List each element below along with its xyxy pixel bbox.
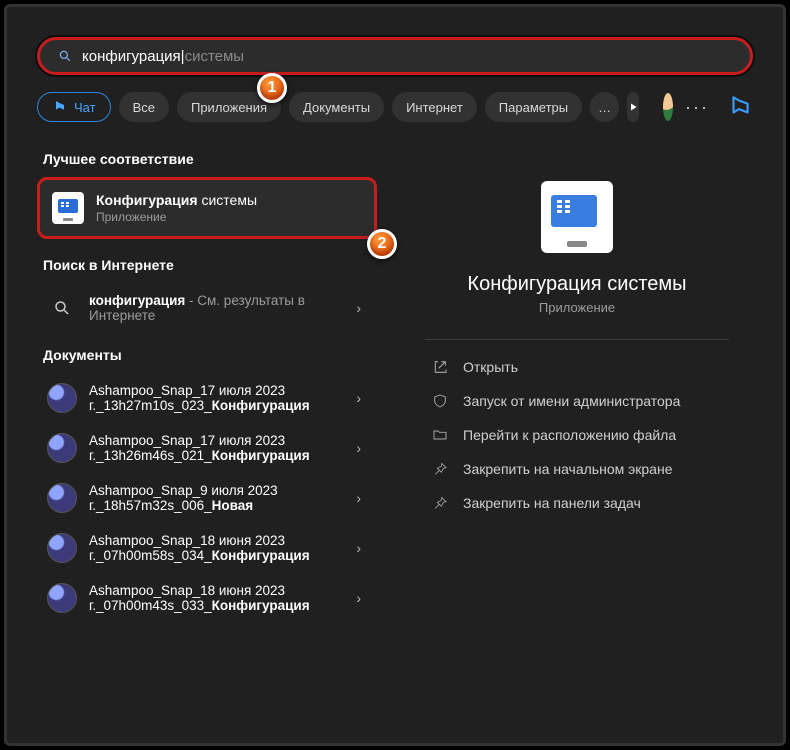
search-input[interactable]: конфигурация|системы [37, 37, 753, 75]
document-thumbnail-icon [47, 483, 77, 513]
action-label: Запуск от имени администратора [463, 393, 680, 409]
section-web: Поиск в Интернете [43, 257, 377, 273]
user-avatar[interactable] [663, 93, 673, 121]
document-result[interactable]: Ashampoo_Snap_9 июля 2023 г._18h57m32s_0… [37, 473, 377, 523]
document-thumbnail-icon [47, 533, 77, 563]
best-match-subtitle: Приложение [96, 210, 362, 224]
filter-settings[interactable]: Параметры [485, 92, 582, 122]
action-label: Закрепить на начальном экране [463, 461, 673, 477]
document-title: Ashampoo_Snap_9 июля 2023 г._18h57m32s_0… [89, 483, 338, 513]
filter-chat[interactable]: Чат [37, 92, 111, 122]
document-thumbnail-icon [47, 383, 77, 413]
folder-icon [431, 426, 449, 444]
document-result[interactable]: Ashampoo_Snap_17 июля 2023 г._13h26m46s_… [37, 423, 377, 473]
document-title: Ashampoo_Snap_17 июля 2023 г._13h26m46s_… [89, 433, 338, 463]
bing-logo-icon[interactable] [727, 91, 753, 123]
shield-admin-icon [431, 392, 449, 410]
action-open-location[interactable]: Перейти к расположению файла [425, 418, 729, 452]
action-label: Перейти к расположению файла [463, 427, 676, 443]
filter-all[interactable]: Все [119, 92, 169, 122]
filter-row: Чат Все Приложения Документы Интернет Па… [37, 89, 753, 125]
chevron-right-icon: › [350, 300, 367, 316]
callout-badge-2: 2 [367, 229, 397, 259]
action-label: Закрепить на панели задач [463, 495, 641, 511]
divider [425, 339, 729, 340]
action-pin-start[interactable]: Закрепить на начальном экране [425, 452, 729, 486]
preview-title: Конфигурация системы [425, 273, 729, 296]
best-match-title: Конфигурация системы [96, 192, 362, 208]
chevron-right-icon: › [350, 540, 367, 556]
document-result[interactable]: Ashampoo_Snap_18 июня 2023 г._07h00m43s_… [37, 573, 377, 623]
preview-app-icon [541, 181, 613, 253]
document-thumbnail-icon [47, 433, 77, 463]
action-open[interactable]: Открыть [425, 350, 729, 384]
web-result[interactable]: конфигурация - См. результаты в Интернет… [37, 283, 377, 333]
document-result[interactable]: Ashampoo_Snap_18 июня 2023 г._07h00m58s_… [37, 523, 377, 573]
filter-internet[interactable]: Интернет [392, 92, 477, 122]
document-result[interactable]: Ashampoo_Snap_17 июля 2023 г._13h27m10s_… [37, 373, 377, 423]
bing-chat-icon [52, 99, 68, 115]
msconfig-icon [52, 192, 84, 224]
web-result-title: конфигурация - См. результаты в Интернет… [89, 293, 338, 323]
more-menu[interactable]: ··· [685, 97, 709, 118]
action-run-as-admin[interactable]: Запуск от имени администратора [425, 384, 729, 418]
section-best-match: Лучшее соответствие [43, 151, 377, 167]
action-label: Открыть [463, 359, 518, 375]
chevron-right-icon: › [350, 490, 367, 506]
preview-panel: Конфигурация системы Приложение Открыть … [401, 143, 753, 723]
search-icon [58, 49, 72, 63]
filter-documents[interactable]: Документы [289, 92, 384, 122]
document-thumbnail-icon [47, 583, 77, 613]
document-title: Ashampoo_Snap_18 июня 2023 г._07h00m58s_… [89, 533, 338, 563]
action-pin-taskbar[interactable]: Закрепить на панели задач [425, 486, 729, 520]
search-container: конфигурация|системы [37, 37, 753, 75]
scroll-right-button[interactable] [627, 92, 639, 122]
best-match-result[interactable]: Конфигурация системы Приложение [37, 177, 377, 239]
chevron-right-icon: › [350, 590, 367, 606]
open-icon [431, 358, 449, 376]
section-documents: Документы [43, 347, 377, 363]
pin-icon [431, 494, 449, 512]
filter-chat-label: Чат [74, 100, 96, 115]
callout-badge-1: 1 [257, 73, 287, 103]
results-column: Лучшее соответствие Конфигурация системы… [37, 143, 377, 723]
filter-more[interactable]: … [590, 92, 619, 122]
document-title: Ashampoo_Snap_17 июля 2023 г._13h27m10s_… [89, 383, 338, 413]
pin-icon [431, 460, 449, 478]
preview-type: Приложение [425, 300, 729, 315]
search-web-icon [47, 293, 77, 323]
search-text: конфигурация|системы [82, 48, 244, 65]
document-title: Ashampoo_Snap_18 июня 2023 г._07h00m43s_… [89, 583, 338, 613]
chevron-right-icon: › [350, 440, 367, 456]
chevron-right-icon: › [350, 390, 367, 406]
